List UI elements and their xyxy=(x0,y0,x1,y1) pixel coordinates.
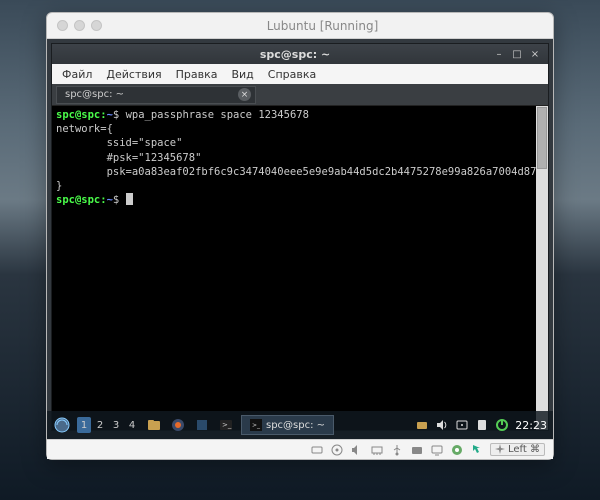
vm-window: Lubuntu [Running] spc@spc: ~ – □ × Файл … xyxy=(46,12,554,460)
display-icon[interactable] xyxy=(430,443,444,457)
vm-statusbar: Left ⌘ xyxy=(47,439,553,459)
prompt-symbol: $ xyxy=(113,109,119,121)
updates-icon[interactable] xyxy=(415,418,429,432)
optical-icon[interactable] xyxy=(330,443,344,457)
recording-icon[interactable] xyxy=(450,443,464,457)
network-adapter-icon[interactable] xyxy=(370,443,384,457)
network-icon[interactable] xyxy=(455,418,469,432)
terminal-output-line: network={ xyxy=(56,123,113,135)
terminal-title: spc@spc: ~ xyxy=(98,48,492,61)
svg-text:>_: >_ xyxy=(222,421,232,429)
clipboard-icon[interactable] xyxy=(475,418,489,432)
workspace-button[interactable]: 3 xyxy=(109,417,123,433)
close-button[interactable]: × xyxy=(528,47,542,61)
terminal-tab-label: spc@spc: ~ xyxy=(65,89,124,100)
system-tray: 22:23 xyxy=(415,418,547,432)
menu-view[interactable]: Вид xyxy=(231,68,253,81)
show-desktop-icon[interactable] xyxy=(193,416,211,434)
workspace-switcher: 1 2 3 4 xyxy=(77,417,139,433)
svg-text:>_: >_ xyxy=(252,422,261,429)
menu-edit[interactable]: Правка xyxy=(176,68,218,81)
menu-help[interactable]: Справка xyxy=(268,68,316,81)
workspace-button[interactable]: 2 xyxy=(93,417,107,433)
terminal-output-line: psk=a0a83eaf02fbf6c9c3474040eee5e9e9ab44… xyxy=(56,166,536,178)
terminal-output-line: #psk="12345678" xyxy=(56,152,201,164)
desktop-wallpaper: Lubuntu [Running] spc@spc: ~ – □ × Файл … xyxy=(0,0,600,500)
terminal-output-line: ssid="space" xyxy=(56,137,182,149)
terminal-output-line: } xyxy=(56,180,62,192)
menu-actions[interactable]: Действия xyxy=(106,68,161,81)
prompt-symbol: $ xyxy=(113,194,119,206)
usb-icon[interactable] xyxy=(390,443,404,457)
terminal-tabbar: spc@spc: ~ × xyxy=(52,84,548,106)
prompt-user: spc@spc xyxy=(56,194,100,206)
menu-file[interactable]: Файл xyxy=(62,68,92,81)
host-key-indicator[interactable]: Left ⌘ xyxy=(490,443,545,456)
hdd-icon[interactable] xyxy=(310,443,324,457)
terminal-scrollbar[interactable] xyxy=(536,106,548,430)
maximize-icon[interactable] xyxy=(91,20,102,31)
close-icon[interactable] xyxy=(57,20,68,31)
terminal-launcher-icon[interactable]: >_ xyxy=(217,416,235,434)
file-manager-icon[interactable] xyxy=(145,416,163,434)
shared-folder-icon[interactable] xyxy=(410,443,424,457)
workspace-button[interactable]: 4 xyxy=(125,417,139,433)
volume-icon[interactable] xyxy=(435,418,449,432)
terminal-window: spc@spc: ~ – □ × Файл Действия Правка Ви… xyxy=(51,43,549,431)
browser-icon[interactable] xyxy=(169,416,187,434)
app-menu-icon[interactable] xyxy=(53,416,71,434)
audio-icon[interactable] xyxy=(350,443,364,457)
taskbar-entry-label: spc@spc: ~ xyxy=(266,420,325,431)
terminal-command: wpa_passphrase space 12345678 xyxy=(126,109,309,121)
taskbar-clock[interactable]: 22:23 xyxy=(515,419,547,432)
terminal-titlebar[interactable]: spc@spc: ~ – □ × xyxy=(52,44,548,64)
tab-close-icon[interactable]: × xyxy=(238,88,251,101)
terminal-tab[interactable]: spc@spc: ~ × xyxy=(56,86,256,104)
host-key-label: Left ⌘ xyxy=(508,444,540,455)
vm-window-title: Lubuntu [Running] xyxy=(102,19,543,33)
power-icon[interactable] xyxy=(495,418,509,432)
mouse-integration-icon[interactable] xyxy=(470,443,484,457)
vm-content: spc@spc: ~ – □ × Файл Действия Правка Ви… xyxy=(47,39,553,439)
terminal-menubar: Файл Действия Правка Вид Справка xyxy=(52,64,548,84)
minimize-icon[interactable] xyxy=(74,20,85,31)
vm-titlebar[interactable]: Lubuntu [Running] xyxy=(47,13,553,39)
guest-taskbar: 1 2 3 4 >_ >_ spc xyxy=(47,411,553,439)
terminal-body[interactable]: spc@spc:~$ wpa_passphrase space 12345678… xyxy=(52,106,548,430)
maximize-button[interactable]: □ xyxy=(510,47,524,61)
minimize-button[interactable]: – xyxy=(492,47,506,61)
taskbar-entry-terminal[interactable]: >_ spc@spc: ~ xyxy=(241,415,334,435)
prompt-user: spc@spc xyxy=(56,109,100,121)
cursor-icon xyxy=(126,193,133,205)
workspace-button[interactable]: 1 xyxy=(77,417,91,433)
vm-window-controls xyxy=(57,20,102,31)
